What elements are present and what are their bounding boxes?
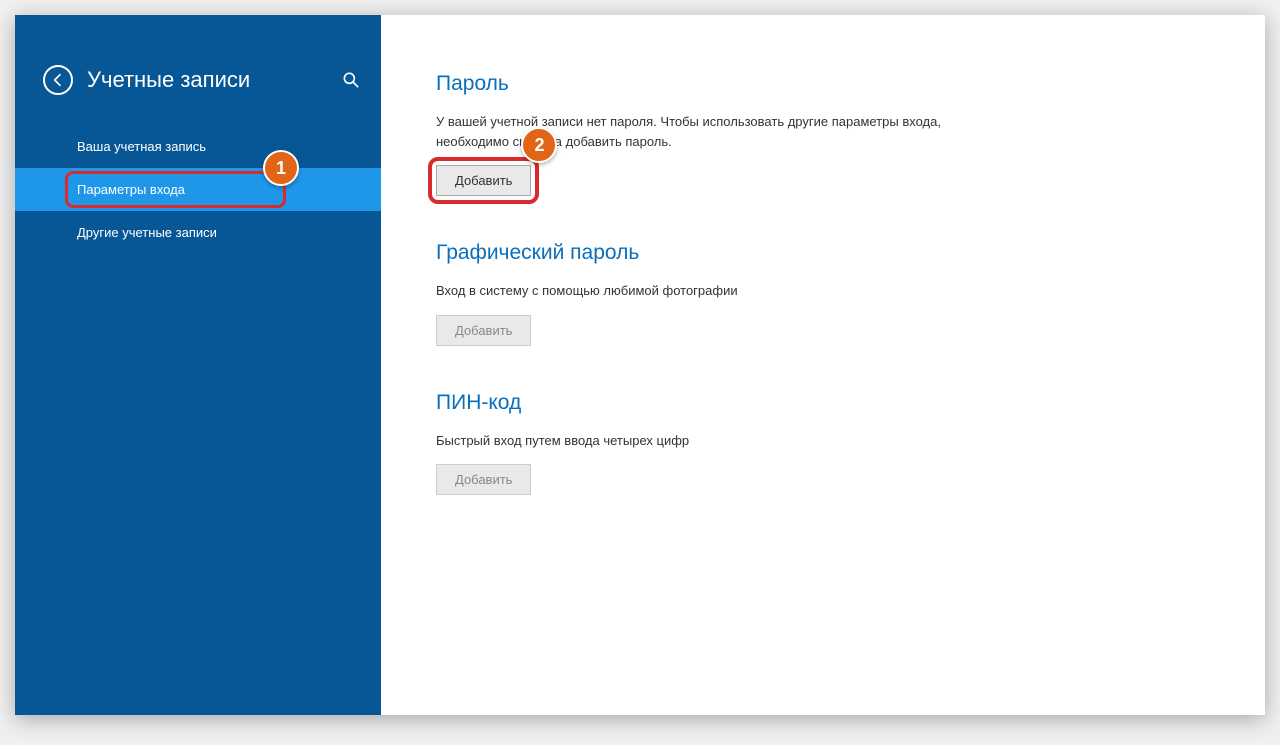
picture-password-section: Графический пароль Вход в систему с помо… bbox=[436, 241, 1205, 346]
add-picture-password-button: Добавить bbox=[436, 315, 531, 346]
pin-title: ПИН-код bbox=[436, 391, 1205, 415]
main-content: Пароль У вашей учетной записи нет пароля… bbox=[381, 15, 1265, 715]
pin-description: Быстрый вход путем ввода четырех цифр bbox=[436, 431, 956, 451]
password-description: У вашей учетной записи нет пароля. Чтобы… bbox=[436, 112, 956, 151]
pin-section: ПИН-код Быстрый вход путем ввода четырех… bbox=[436, 391, 1205, 496]
back-button[interactable] bbox=[43, 65, 73, 95]
page-title: Учетные записи bbox=[87, 67, 341, 93]
sidebar-item-your-account[interactable]: Ваша учетная запись bbox=[15, 125, 381, 168]
settings-window: Учетные записи Ваша учетная запись Парам… bbox=[15, 15, 1265, 715]
add-password-button[interactable]: Добавить bbox=[436, 165, 531, 196]
sidebar-header: Учетные записи bbox=[15, 65, 381, 125]
picture-password-description: Вход в систему с помощью любимой фотогра… bbox=[436, 281, 956, 301]
arrow-left-icon bbox=[50, 72, 66, 88]
sidebar-item-label: Ваша учетная запись bbox=[77, 139, 206, 154]
sidebar-item-label: Параметры входа bbox=[77, 182, 185, 197]
picture-password-title: Графический пароль bbox=[436, 241, 1205, 265]
sidebar-item-signin-options[interactable]: Параметры входа 1 bbox=[15, 168, 381, 211]
search-icon[interactable] bbox=[341, 70, 361, 90]
password-title: Пароль bbox=[436, 72, 1205, 96]
password-add-wrap: Добавить 2 bbox=[436, 165, 531, 196]
password-section: Пароль У вашей учетной записи нет пароля… bbox=[436, 72, 1205, 196]
sidebar-item-other-accounts[interactable]: Другие учетные записи bbox=[15, 211, 381, 254]
sidebar-item-label: Другие учетные записи bbox=[77, 225, 217, 240]
sidebar: Учетные записи Ваша учетная запись Парам… bbox=[15, 15, 381, 715]
add-pin-button: Добавить bbox=[436, 464, 531, 495]
